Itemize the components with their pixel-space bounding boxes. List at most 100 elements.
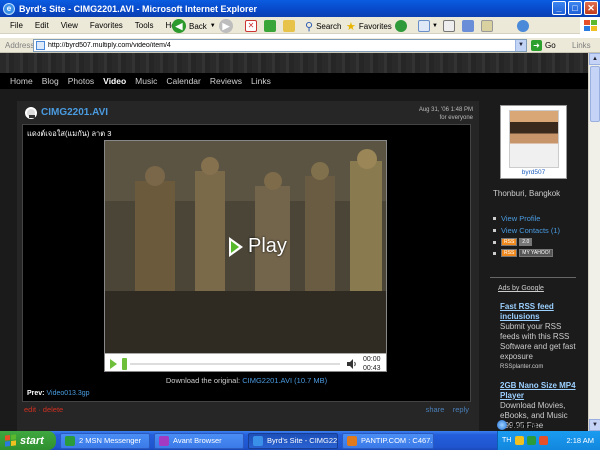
play-label: Play (248, 235, 287, 257)
mail-button[interactable]: ▼ (418, 17, 438, 35)
task-label: PANTIP.COM : C467... (361, 436, 434, 445)
nav-video[interactable]: Video (103, 76, 126, 86)
status-zone: Internet (497, 420, 536, 430)
ie-icon (253, 435, 263, 446)
nav-links[interactable]: Links (251, 76, 271, 86)
menu-edit[interactable]: Edit (29, 21, 55, 30)
scroll-thumb[interactable] (590, 66, 600, 122)
discuss-icon (481, 20, 493, 32)
nav-reviews[interactable]: Reviews (210, 76, 242, 86)
messenger-tray-icon[interactable] (527, 436, 537, 445)
control-play-icon[interactable] (110, 359, 117, 369)
post-audience: for everyone (439, 115, 473, 121)
post-share-reply: share reply (426, 405, 469, 414)
task-label: Avant Browser (173, 436, 222, 445)
seek-handle[interactable] (122, 358, 127, 370)
security-icon[interactable] (539, 436, 549, 445)
favorites-button[interactable]: ★ Favorites (346, 17, 392, 35)
ad-title[interactable]: Fast RSS feed inclusions (500, 302, 578, 322)
video-player[interactable]: Play 00:00 00:43 (104, 140, 387, 372)
links-label[interactable]: Links (572, 41, 591, 50)
print-button[interactable] (443, 17, 455, 35)
address-field[interactable]: ▼ (33, 39, 527, 52)
nav-calendar[interactable]: Calendar (166, 76, 201, 86)
prev-line: Prev: Video013.3gp (27, 390, 90, 397)
delete-link[interactable]: delete (43, 405, 63, 414)
view-profile-link[interactable]: View Profile (493, 214, 560, 223)
scroll-up-button[interactable]: ▲ (589, 53, 600, 65)
task-byrds-site[interactable]: Byrd's Site - CIMG220... (248, 432, 338, 449)
firefox-icon (347, 435, 357, 446)
seek-track[interactable] (130, 363, 340, 365)
task-pantip[interactable]: PANTIP.COM : C467... (342, 432, 434, 449)
ad-url[interactable]: RSSplanter.com (500, 362, 578, 372)
post-title[interactable]: CIMG2201.AVI (41, 107, 108, 118)
maximize-button[interactable]: □ (568, 1, 582, 15)
msn-icon (65, 435, 75, 446)
clock: 2:18 AM (566, 436, 594, 445)
ad-item[interactable]: Fast RSS feed inclusions Submit your RSS… (500, 302, 578, 372)
task-avant[interactable]: Avant Browser (154, 432, 244, 449)
close-button[interactable]: ✕ (584, 1, 598, 15)
address-dropdown-button[interactable]: ▼ (515, 40, 526, 51)
ads-by-google[interactable]: Ads by Google (498, 285, 544, 292)
play-overlay[interactable]: Play (229, 235, 287, 258)
back-arrow-icon: ◀ (172, 19, 186, 33)
prev-link[interactable]: Video013.3gp (46, 390, 89, 397)
forward-button[interactable]: ▶ (219, 17, 233, 35)
rss-badge: RSS (501, 238, 518, 246)
nav-music[interactable]: Music (135, 76, 157, 86)
messenger-icon (517, 20, 529, 32)
home-icon (283, 20, 295, 32)
nav-blog[interactable]: Blog (42, 76, 59, 86)
profile-location: Thonburi, Bangkok (493, 189, 561, 198)
profile-username[interactable]: byrd507 (501, 169, 566, 176)
avatar[interactable] (509, 110, 559, 168)
language-indicator[interactable]: TH (502, 437, 511, 444)
stop-button[interactable]: ✕ (245, 17, 257, 35)
task-msn[interactable]: 2 MSN Messenger (60, 432, 150, 449)
home-button[interactable] (283, 17, 295, 35)
history-icon (395, 20, 407, 32)
download-prefix: Download the original: (165, 376, 241, 385)
minimize-button[interactable]: _ (552, 1, 566, 15)
window-title: Byrd's Site - CIMG2201.AVI - Microsoft I… (19, 3, 258, 14)
menu-view[interactable]: View (55, 21, 84, 30)
start-button[interactable]: start (0, 431, 56, 450)
view-contacts-link[interactable]: View Contacts (1) (493, 226, 560, 235)
back-button[interactable]: ◀ Back ▼ (172, 17, 216, 35)
rss-badge-row[interactable]: RSS 2.0 (493, 238, 560, 246)
post-header: CIMG2201.AVI Aug 31, '06 1:48 PM for eve… (25, 106, 473, 124)
edit-link[interactable]: edit (24, 405, 36, 414)
ad-title[interactable]: 2GB Nano Size MP4 Player (500, 381, 578, 401)
share-link[interactable]: share (426, 405, 445, 414)
network-icon[interactable] (515, 436, 525, 445)
refresh-button[interactable] (264, 17, 276, 35)
my-yahoo-badge: MY YAHOO! (519, 249, 554, 257)
address-input[interactable] (48, 40, 515, 51)
menu-file[interactable]: File (0, 21, 29, 30)
profile-card[interactable]: byrd507 (500, 105, 567, 179)
menu-tools[interactable]: Tools (129, 21, 160, 30)
download-link[interactable]: CIMG2201.AVI (10.7 MB) (242, 376, 327, 385)
nav-photos[interactable]: Photos (68, 76, 94, 86)
reply-link[interactable]: reply (453, 405, 469, 414)
nav-home[interactable]: Home (10, 76, 33, 86)
edit-icon (462, 20, 474, 32)
scroll-down-button[interactable]: ▼ (589, 419, 600, 431)
edit-page-button[interactable] (462, 17, 474, 35)
history-button[interactable] (395, 17, 407, 35)
vertical-scrollbar[interactable]: ▲ ▼ (588, 53, 600, 431)
volume-icon[interactable] (347, 359, 357, 369)
page-icon (36, 41, 45, 50)
search-button[interactable]: ⚲ Search (305, 17, 341, 35)
go-button[interactable]: ➜ Go (531, 40, 556, 51)
messenger-button[interactable] (517, 17, 529, 35)
prev-label: Prev: (27, 390, 45, 397)
yahoo-badge-row[interactable]: RSS MY YAHOO! (493, 249, 560, 257)
globe-icon (497, 420, 507, 430)
menu-favorites[interactable]: Favorites (84, 21, 129, 30)
discuss-button[interactable] (481, 17, 493, 35)
post-edit-delete: edit · delete (24, 405, 64, 414)
system-tray: TH 2:18 AM (497, 431, 600, 450)
